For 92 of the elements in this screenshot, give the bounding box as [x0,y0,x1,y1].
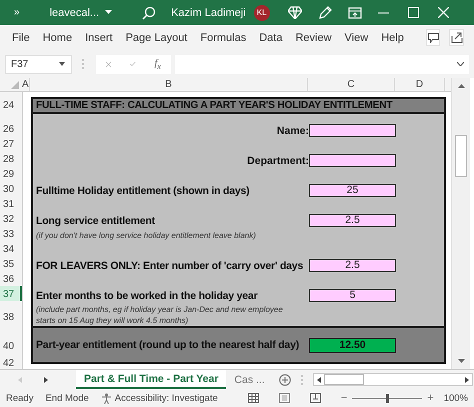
grip-icon [300,374,303,384]
row-header[interactable]: 35 [3,259,14,271]
input-field[interactable]: 5 [309,289,396,302]
scroll-up-icon[interactable] [458,84,464,88]
minimize-icon[interactable] [378,12,389,14]
normal-view-icon[interactable] [248,393,259,403]
horizontal-scrollbar[interactable] [312,373,473,386]
scroll-thumb[interactable] [324,374,364,385]
row-header[interactable]: 29 [3,169,14,181]
column-header[interactable]: D [395,78,445,91]
input-field[interactable] [309,154,396,167]
name-box[interactable]: F37 [5,54,72,74]
vertical-scrollbar[interactable] [451,78,470,369]
menu-tab[interactable]: Data [259,32,282,44]
quick-access-button[interactable]: » [14,7,20,18]
menu-tab[interactable]: Formulas [200,32,246,44]
menu-tab[interactable]: Insert [85,32,113,44]
form-title: FULL-TIME STAFF: CALCULATING A PART YEAR'S HOLIDAY ENTITLEMENT [36,100,392,111]
row-header[interactable]: 28 [3,154,14,166]
hint-text: (if you don't have long service holiday entitlement leave blank) [35,231,256,240]
check-icon[interactable] [130,60,136,68]
cell-reference: F37 [11,58,28,70]
comment-icon [428,32,439,42]
menu-tab[interactable]: Help [381,32,404,44]
field-label: Enter months to be worked in the holiday year [35,290,258,302]
expand-icon[interactable] [457,62,464,66]
column-header[interactable]: B [30,78,308,91]
field-label: Department: [246,154,309,166]
maximize-icon[interactable] [408,7,419,18]
input-field[interactable]: 2.5 [309,259,396,272]
field-label: FOR LEAVERS ONLY: Enter number of 'carry over' days [35,260,304,272]
sheet-tab[interactable]: Part & Full Time - Part Year [76,370,226,389]
add-sheet-icon[interactable] [278,374,291,386]
row-header[interactable]: 26 [3,124,14,136]
column-header[interactable]: A [22,78,30,91]
menu-tab[interactable]: File [12,32,30,44]
field-label: Long service entitlement [35,214,156,226]
row-header[interactable]: 34 [3,244,14,256]
sheet-tab[interactable]: Cas ... [226,370,273,389]
status-text: End Mode [45,392,89,404]
accessibility-icon [100,392,112,404]
hint-text: (include part months, eg if holiday year is Jan-Dec and new employee starts on 15 Aug they will work 4.5 months) [35,304,284,326]
row-header[interactable]: 31 [3,199,14,211]
scroll-down-icon[interactable] [458,359,464,363]
row-header[interactable]: 27 [3,139,14,151]
menu-tab[interactable]: Home [42,32,72,44]
row-header[interactable]: 38 [3,312,14,324]
user-avatar[interactable]: KL [254,4,270,20]
zoom-in-button[interactable]: + [427,392,434,404]
search-icon[interactable] [142,6,156,20]
scroll-left-icon[interactable] [316,376,321,382]
diamond-icon[interactable] [288,6,302,19]
caret-icon[interactable] [59,62,65,66]
formula-input[interactable] [175,54,469,74]
pen-icon[interactable] [318,6,332,20]
row-header[interactable]: 42 [3,358,14,369]
insert-function-button[interactable]: f$_{x}$ [154,58,161,70]
file-name[interactable]: leavecal... [50,6,100,18]
input-field[interactable] [309,124,396,137]
menu-tab[interactable]: View [344,32,368,44]
caret-icon[interactable] [105,10,112,15]
row-header[interactable]: 30 [3,184,14,196]
page-layout-icon[interactable] [278,393,290,403]
status-text: Ready [6,392,34,404]
close-icon[interactable] [438,7,449,18]
menu-tab[interactable]: Page Layout [126,32,188,44]
column-header[interactable]: C [308,78,395,91]
row-header[interactable]: 36 [3,274,14,286]
zoom-level[interactable]: 100% [444,392,468,404]
row-header[interactable]: 33 [3,229,14,241]
slider-thumb[interactable] [386,394,390,402]
field-label: Name: [276,124,309,136]
result-field: 12.50 [309,338,396,352]
input-field[interactable]: 2.5 [309,214,396,227]
comments-button[interactable] [426,29,440,46]
ribbon-display-icon[interactable] [348,6,362,18]
field-label: Fulltime Holiday entitlement (shown in days) [35,184,250,196]
row-header[interactable]: 24 [3,100,14,112]
next-sheet-icon[interactable] [44,376,48,382]
share-icon [450,32,463,43]
row-header[interactable]: 40 [3,341,14,353]
user-name: Kazim Ladimeji [171,6,246,18]
scroll-thumb[interactable] [455,135,467,177]
page-break-icon[interactable] [310,393,321,403]
accessibility-button[interactable]: Accessibility: Investigate [100,392,218,404]
field-label: Part-year entitlement (round up to the nearest half day) [35,339,300,351]
row-header[interactable]: 32 [3,214,14,226]
zoom-out-button[interactable]: − [340,392,348,404]
scroll-right-icon[interactable] [464,376,469,382]
input-field[interactable]: 25 [309,184,396,197]
menu-tab[interactable]: Review [295,32,332,44]
share-button[interactable] [449,29,464,46]
